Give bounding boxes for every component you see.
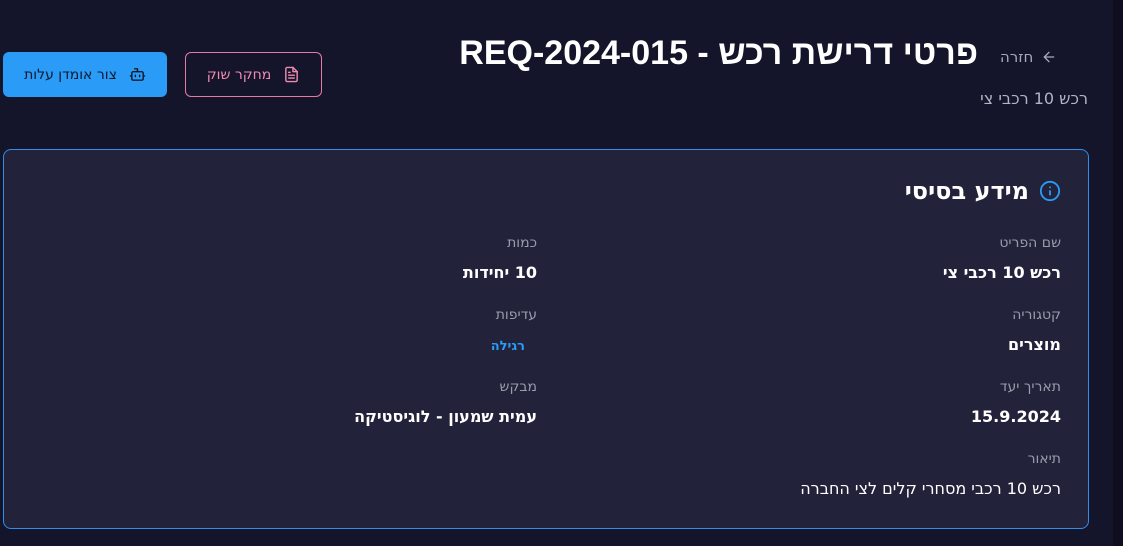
field-category: קטגוריה מוצרים <box>1008 306 1061 355</box>
document-icon <box>283 66 300 83</box>
card-header: מידע בסיסי <box>905 177 1061 205</box>
market-research-button[interactable]: מחקר שוק <box>185 52 322 97</box>
category-value: מוצרים <box>1008 335 1061 354</box>
card-title: מידע בסיסי <box>904 177 1029 205</box>
requester-value: עמית שמעון - לוגיסטיקה <box>354 407 537 426</box>
back-label: חזרה <box>1000 48 1034 66</box>
field-description: תיאור רכש 10 רכבי מסחרי קלים לצי החברה <box>800 450 1061 499</box>
item-name-label: שם הפריט <box>999 235 1061 251</box>
target-date-label: תאריך יעד <box>999 379 1061 395</box>
page-scrollbar[interactable] <box>1113 0 1123 546</box>
priority-badge: רגילה <box>490 339 525 354</box>
category-label: קטגוריה <box>1012 307 1061 323</box>
quantity-label: כמות <box>507 235 537 251</box>
back-link[interactable]: חזרה <box>1000 46 1078 68</box>
field-item-name: שם הפריט רכש 10 רכבי צי <box>943 234 1061 283</box>
create-estimator-button[interactable]: צור אומדן עלות <box>3 52 167 97</box>
priority-label: עדיפות <box>495 307 537 323</box>
field-target-date: תאריך יעד 15.9.2024 <box>971 378 1061 427</box>
robot-icon <box>129 66 146 83</box>
page-title: פרטי דרישת רכש - REQ-2024-015 <box>459 34 978 72</box>
basic-info-card: מידע בסיסי שם הפריט רכש 10 רכבי צי כמות … <box>3 149 1089 529</box>
info-icon <box>1039 180 1061 202</box>
description-value: רכש 10 רכבי מסחרי קלים לצי החברה <box>800 479 1061 498</box>
field-quantity: כמות 10 יחידות <box>463 234 537 283</box>
priority-value-wrap: רגילה <box>491 335 537 357</box>
requester-label: מבקש <box>499 379 537 395</box>
page-subtitle: רכש 10 רכבי צי <box>980 89 1088 108</box>
arrow-left-icon <box>1041 49 1057 65</box>
item-name-value: רכש 10 רכבי צי <box>942 263 1061 282</box>
field-priority: עדיפות רגילה <box>491 306 537 357</box>
market-research-label: מחקר שוק <box>206 66 272 83</box>
field-requester: מבקש עמית שמעון - לוגיסטיקה <box>354 378 537 427</box>
target-date-value: 15.9.2024 <box>970 407 1061 426</box>
create-estimator-label: צור אומדן עלות <box>24 66 117 83</box>
description-label: תיאור <box>1027 451 1061 467</box>
quantity-value: 10 יחידות <box>462 263 537 282</box>
